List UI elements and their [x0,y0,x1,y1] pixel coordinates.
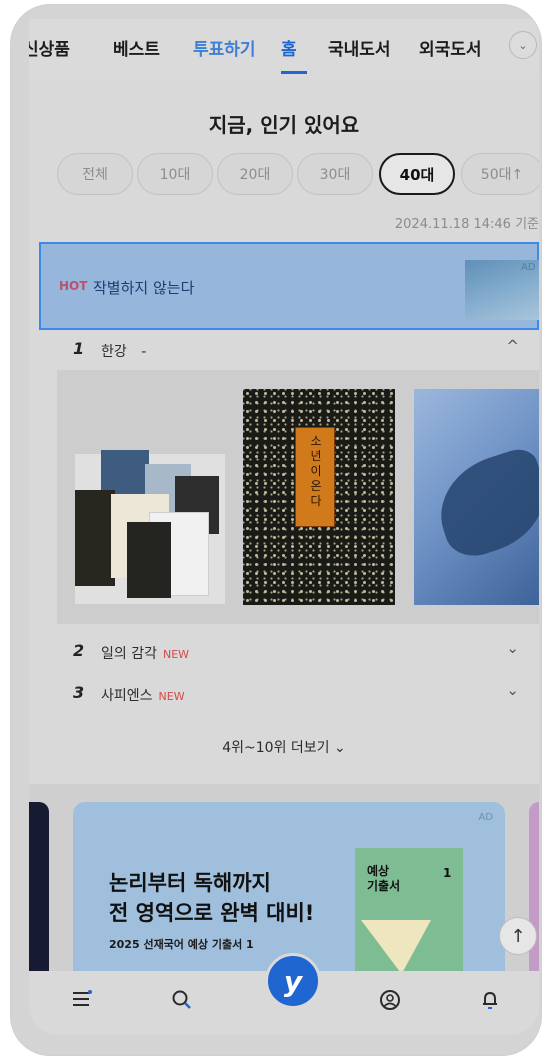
tab-new-products[interactable]: 신상품 [29,35,70,60]
ad-carousel-prev-card[interactable] [29,802,49,987]
ad-subline: 2025 선재국어 예상 기출서 1 [109,938,254,951]
rank-title-text: 일의 감각 [101,646,157,662]
new-badge: NEW [158,690,185,703]
ranking-row-2[interactable]: 2 일의 감각 NEW ⌄ [57,633,539,669]
age-filter-20s[interactable]: 20대 [217,153,293,195]
age-filter-50s-plus[interactable]: 50대↑ [461,153,539,195]
tab-best[interactable]: 베스트 [113,35,160,60]
ad-book-title: 예상 기출서 [367,864,401,893]
ranking-row-3[interactable]: 3 사피엔스 NEW ⌄ [57,675,539,711]
chevron-up-icon[interactable]: ^ [506,337,519,355]
rank-title: 사피엔스 NEW [101,685,185,705]
app-screen: 신상품 베스트 투표하기 홈 국내도서 외국도서 ⌄ 지금, 인기 있어요 전체… [29,19,539,1035]
bell-icon[interactable] [475,989,505,1016]
home-logo-icon: y [283,964,303,998]
menu-icon[interactable] [67,989,97,1014]
tab-domestic-books[interactable]: 국내도서 [328,35,391,60]
ad-label: AD [478,812,493,823]
book-cover-blue[interactable] [414,389,539,605]
chevron-down-icon[interactable]: ⌄ [506,681,519,699]
ad-headline-line-1: 논리부터 독해까지 [109,871,271,895]
rank-title: 일의 감각 NEW [101,643,189,663]
ranking-timestamp: 2024.11.18 14:46 기준 [394,217,539,232]
age-filter-10s[interactable]: 10대 [137,153,213,195]
search-icon[interactable] [167,989,197,1016]
age-filter-all[interactable]: 전체 [57,153,133,195]
age-filter-30s[interactable]: 30대 [297,153,373,195]
ad-label: AD [521,262,536,273]
new-badge: NEW [162,648,190,661]
rank-title-text: 한강 [101,344,127,360]
rank-number: 1 [73,339,85,358]
rank-title-text: 사피엔스 [101,688,153,704]
phone-frame: 신상품 베스트 투표하기 홈 국내도서 외국도서 ⌄ 지금, 인기 있어요 전체… [10,4,542,1056]
ad-carousel-next-card[interactable] [529,802,539,987]
age-filter-40s[interactable]: 40대 [379,153,455,195]
rank-title: 한강 - [101,341,146,361]
pencil-illustration [361,920,431,974]
featured-book-cover[interactable]: 소년이 온다 [243,389,395,605]
rank-number: 2 [73,641,85,660]
tab-vote[interactable]: 투표하기 [193,35,256,60]
ranking-1-books: 소년이 온다 [57,370,539,624]
chevron-down-icon: ⌄ [518,38,528,52]
more-rankings-link[interactable]: 4위~10위 더보기 ⌄ [29,737,539,757]
ranking-row-1[interactable]: 1 한강 - ^ [57,331,539,367]
ad-book-volume: 1 [443,866,452,880]
hot-banner-title: 작별하지 않는다 [93,279,195,297]
book-title-label: 소년이 온다 [295,427,335,527]
profile-icon[interactable] [375,989,405,1016]
chevron-down-icon[interactable]: ⌄ [506,639,519,657]
rank-number: 3 [73,683,85,702]
tabs-expand-button[interactable]: ⌄ [509,31,537,59]
scroll-to-top-button[interactable]: ↑ [499,917,537,955]
book-set-image[interactable] [75,450,225,604]
home-logo-button[interactable]: y [265,953,321,1009]
hot-banner[interactable]: HOT 작별하지 않는다 AD [39,242,539,330]
book-cover-title: 소년이 온다 [310,434,322,508]
active-tab-indicator [281,71,307,74]
ad-headline-line-2: 전 영역으로 완벽 대비! [109,901,315,925]
section-title: 지금, 인기 있어요 [208,113,360,137]
tab-home[interactable]: 홈 [281,35,297,60]
hot-badge: HOT [59,279,88,293]
rank-change: - [141,344,147,360]
tab-foreign-books[interactable]: 외국도서 [419,35,482,60]
category-tabs: 신상품 베스트 투표하기 홈 국내도서 외국도서 ⌄ [29,19,539,75]
ad-headline: 논리부터 독해까지 전 영역으로 완벽 대비! [109,868,314,928]
arrow-up-icon: ↑ [510,925,526,947]
